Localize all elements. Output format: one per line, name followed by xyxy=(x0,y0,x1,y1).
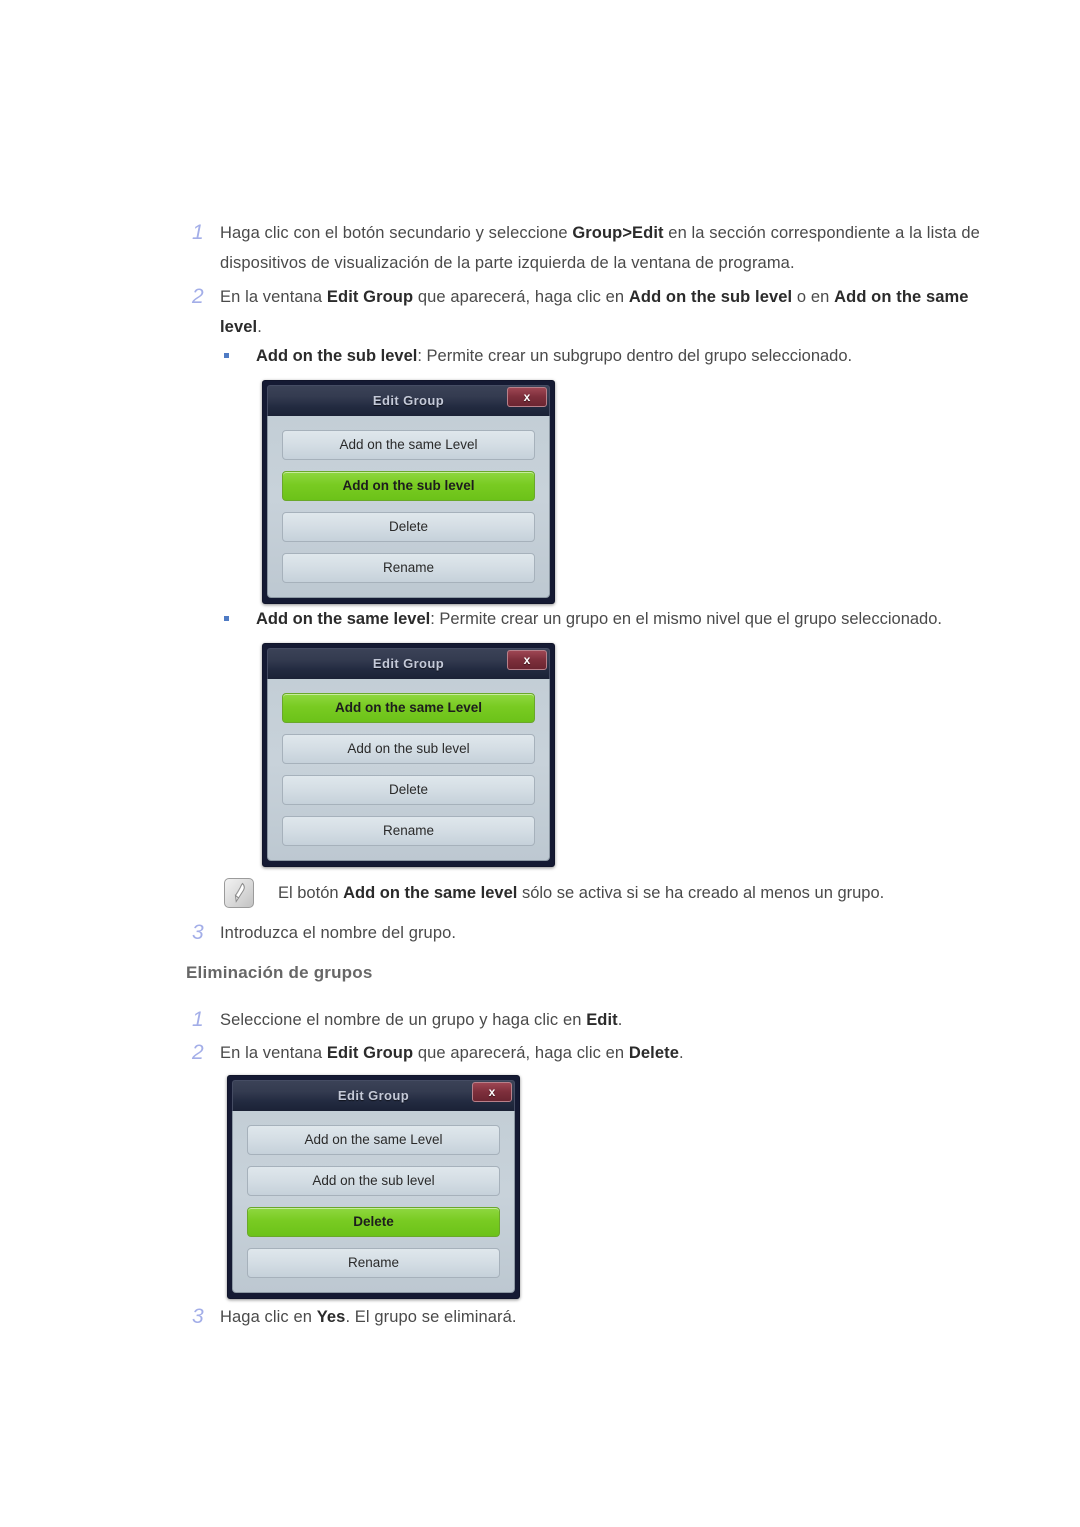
bullet-add-on-same-level: Add on the same level: Permite crear un … xyxy=(224,604,1024,634)
delete-button[interactable]: Delete xyxy=(282,775,535,805)
add-on-sub-level-button[interactable]: Add on the sub level xyxy=(282,734,535,764)
close-icon[interactable]: x xyxy=(507,650,547,670)
add-on-sub-level-button[interactable]: Add on the sub level xyxy=(282,471,535,501)
dialog-body: Add on the same Level Add on the sub lev… xyxy=(267,679,550,861)
note-text: El botón Add on the same level sólo se a… xyxy=(278,884,885,902)
step-text: En la ventana Edit Group que aparecerá, … xyxy=(220,1044,684,1062)
dialog-titlebar: Edit Group x xyxy=(267,385,550,416)
step-text: Haga clic con el botón secundario y sele… xyxy=(220,224,980,272)
step-number: 3 xyxy=(192,921,204,944)
step-delete-2: 2 En la ventana Edit Group que aparecerá… xyxy=(186,1038,946,1068)
add-on-same-level-button[interactable]: Add on the same Level xyxy=(282,693,535,723)
add-on-sub-level-button[interactable]: Add on the sub level xyxy=(247,1166,500,1196)
step-text: En la ventana Edit Group que aparecerá, … xyxy=(220,288,969,336)
add-on-same-level-button[interactable]: Add on the same Level xyxy=(247,1125,500,1155)
rename-button[interactable]: Rename xyxy=(247,1248,500,1278)
delete-button[interactable]: Delete xyxy=(282,512,535,542)
delete-button[interactable]: Delete xyxy=(247,1207,500,1237)
dialog-titlebar: Edit Group x xyxy=(232,1080,515,1111)
dialog-same-level[interactable]: Edit Group x Add on the same Level Add o… xyxy=(262,643,555,867)
close-icon[interactable]: x xyxy=(507,387,547,407)
rename-button[interactable]: Rename xyxy=(282,553,535,583)
step-text: Seleccione el nombre de un grupo y haga … xyxy=(220,1011,623,1029)
step-text: Introduzca el nombre del grupo. xyxy=(220,924,457,942)
dialog-sub-level[interactable]: Edit Group x Add on the same Level Add o… xyxy=(262,380,555,604)
dialog-delete[interactable]: Edit Group x Add on the same Level Add o… xyxy=(227,1075,520,1299)
manual-page: 1 Haga clic con el botón secundario y se… xyxy=(0,0,1080,1527)
dialog-body: Add on the same Level Add on the sub lev… xyxy=(232,1111,515,1293)
step-number: 3 xyxy=(192,1305,204,1328)
step-number: 1 xyxy=(192,1008,204,1031)
dialog-body: Add on the same Level Add on the sub lev… xyxy=(267,416,550,598)
bullet-add-on-sub-level: Add on the sub level: Permite crear un s… xyxy=(224,341,1014,371)
step-create-3: 3 Introduzca el nombre del grupo. xyxy=(186,918,886,948)
step-number: 1 xyxy=(192,221,204,244)
note-block: El botón Add on the same level sólo se a… xyxy=(224,878,1014,908)
square-bullet-icon xyxy=(224,604,256,621)
square-bullet-icon xyxy=(224,341,256,358)
step-create-1: 1 Haga clic con el botón secundario y se… xyxy=(186,218,1002,278)
add-on-same-level-button[interactable]: Add on the same Level xyxy=(282,430,535,460)
rename-button[interactable]: Rename xyxy=(282,816,535,846)
note-pencil-icon xyxy=(224,878,254,908)
section-heading-eliminacion: Eliminación de grupos xyxy=(186,963,373,982)
close-icon[interactable]: x xyxy=(472,1082,512,1102)
bullet-text: Add on the sub level: Permite crear un s… xyxy=(256,347,853,365)
step-number: 2 xyxy=(192,1041,204,1064)
step-text: Haga clic en Yes. El grupo se eliminará. xyxy=(220,1308,517,1326)
step-delete-1: 1 Seleccione el nombre de un grupo y hag… xyxy=(186,1005,886,1035)
step-create-2: 2 En la ventana Edit Group que aparecerá… xyxy=(186,282,1004,342)
dialog-titlebar: Edit Group x xyxy=(267,648,550,679)
step-number: 2 xyxy=(192,285,204,308)
step-delete-3: 3 Haga clic en Yes. El grupo se eliminar… xyxy=(186,1302,886,1332)
bullet-text: Add on the same level: Permite crear un … xyxy=(256,610,942,628)
